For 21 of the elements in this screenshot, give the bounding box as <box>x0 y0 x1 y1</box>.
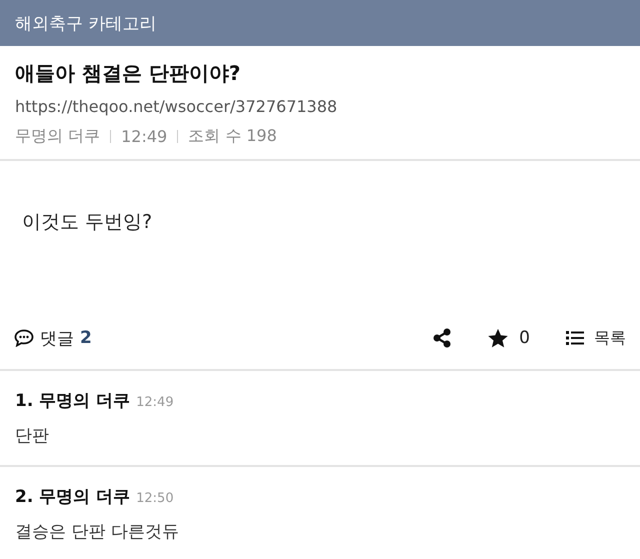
share-icon[interactable] <box>433 328 452 348</box>
comment-author: 1. 무명의 더쿠 <box>15 390 130 412</box>
category-title[interactable]: 해외축구 카테고리 <box>15 12 156 34</box>
speech-bubble-icon <box>14 329 34 347</box>
comment-text: 단판 <box>15 425 50 447</box>
post-body: 이것도 두번잉? <box>22 211 152 233</box>
list-link[interactable]: 목록 <box>594 328 626 348</box>
comments-count: 2 <box>80 328 92 348</box>
comment-time: 12:50 <box>136 491 174 506</box>
star-count: 0 <box>519 328 530 348</box>
comment-text: 결승은 단판 다른것듀 <box>15 521 180 543</box>
comment-author: 2. 무명의 더쿠 <box>15 486 130 508</box>
post-time: 12:49 <box>121 127 168 146</box>
post-title: 애들아 챔결은 단판이야? <box>15 60 242 87</box>
star-icon[interactable] <box>487 328 510 348</box>
view-count: 조회 수 198 <box>188 126 277 147</box>
list-icon[interactable] <box>566 330 584 346</box>
post-url-link[interactable]: https://theqoo.net/wsoccer/3727671388 <box>15 97 625 116</box>
author-name: 무명의 더쿠 <box>15 126 100 147</box>
comments-label: 댓글 <box>40 328 74 350</box>
comment-time: 12:49 <box>136 395 174 410</box>
